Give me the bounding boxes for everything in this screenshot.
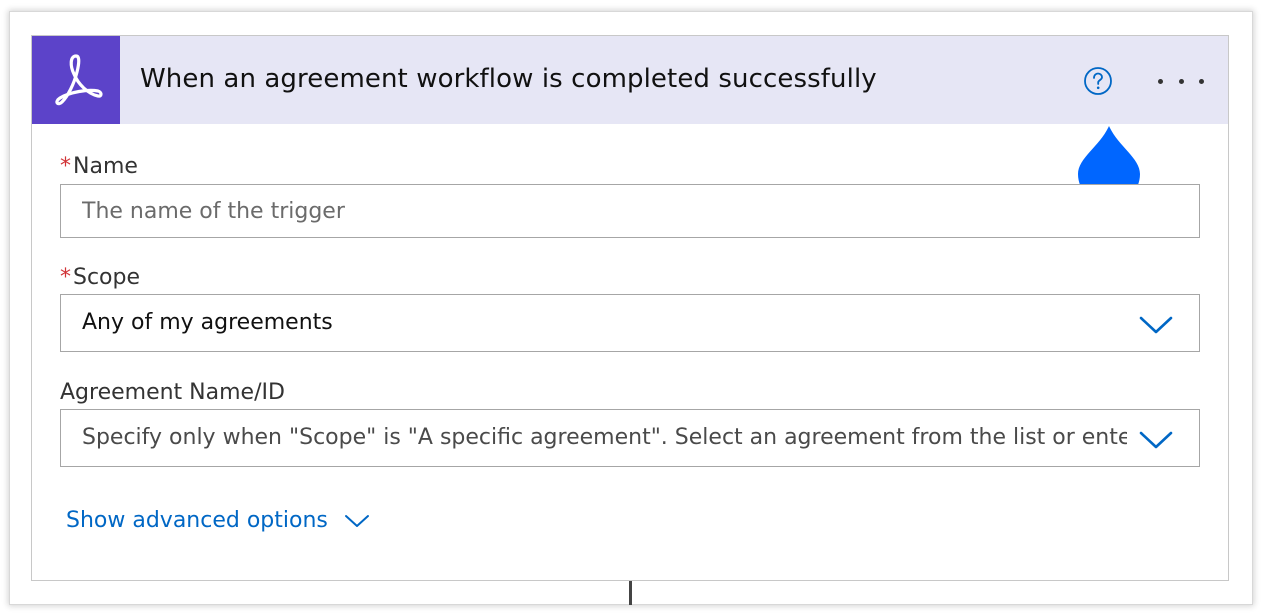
question-circle-icon — [1084, 67, 1112, 95]
chevron-down-icon[interactable] — [1139, 430, 1173, 450]
scope-label-text: Scope — [73, 265, 141, 290]
more-ellipsis-icon — [1178, 78, 1184, 84]
name-input[interactable] — [60, 184, 1200, 238]
scope-field-label: *Scope — [60, 265, 140, 290]
name-field-label: *Name — [60, 154, 138, 179]
connector-logo — [32, 36, 120, 124]
trigger-title: When an agreement workflow is completed … — [140, 64, 877, 94]
chevron-down-icon[interactable] — [1139, 315, 1173, 335]
scope-selected-value: Any of my agreements — [82, 310, 333, 335]
more-ellipsis-icon — [1199, 78, 1204, 84]
required-marker: * — [60, 154, 71, 179]
name-label-text: Name — [73, 154, 138, 179]
agreement-dropdown[interactable]: Specify only when "Scope" is "A specific… — [60, 409, 1200, 467]
trigger-card: When an agreement workflow is completed … — [31, 35, 1229, 581]
flow-connector-line — [629, 581, 632, 605]
agreement-field-label: Agreement Name/ID — [60, 380, 285, 405]
show-advanced-options-link[interactable]: Show advanced options — [66, 508, 370, 533]
agreement-placeholder: Specify only when "Scope" is "A specific… — [82, 425, 1127, 450]
advanced-options-label: Show advanced options — [66, 508, 328, 533]
help-button[interactable] — [1083, 66, 1113, 96]
chevron-down-icon — [344, 514, 369, 527]
more-ellipsis-icon — [1158, 78, 1163, 84]
required-marker: * — [60, 265, 71, 290]
scope-dropdown[interactable]: Any of my agreements — [60, 294, 1200, 352]
more-options-button[interactable] — [1158, 66, 1204, 96]
trigger-header[interactable]: When an agreement workflow is completed … — [32, 36, 1228, 124]
adobe-acrobat-sign-icon — [55, 54, 103, 106]
